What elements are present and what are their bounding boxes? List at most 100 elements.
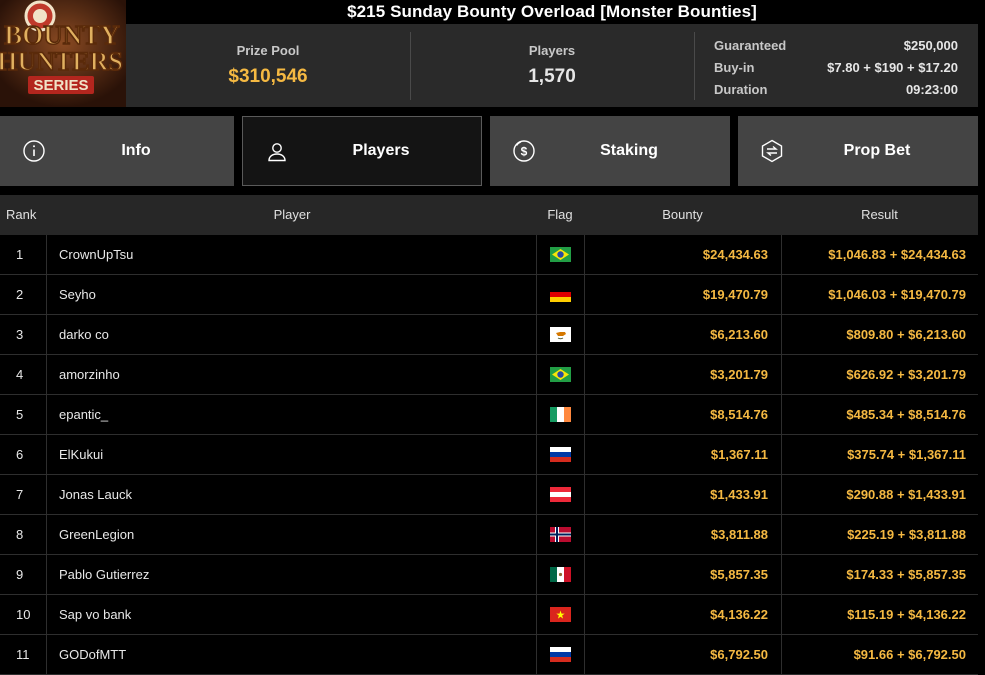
table-row[interactable]: 5 epantic_ $8,514.76 $485.34 + $8,514.76 <box>0 395 978 435</box>
detail-duration: Duration 09:23:00 <box>714 78 958 100</box>
flag-cell <box>536 355 584 394</box>
tab-info[interactable]: Info <box>0 116 234 186</box>
prize-pool-label: Prize Pool <box>236 43 300 58</box>
user-icon <box>268 143 286 162</box>
rank-cell: 2 <box>16 287 24 302</box>
player-name-cell[interactable]: epantic_ <box>46 395 536 434</box>
detail-label: Buy-in <box>714 59 755 75</box>
player-name-cell[interactable]: Jonas Lauck <box>46 475 536 514</box>
result-cell: $1,046.83 + $24,434.63 <box>781 235 978 274</box>
bounty-cell: $8,514.76 <box>584 395 781 434</box>
rank-cell: 3 <box>16 327 24 342</box>
detail-value: $7.80 + $190 + $17.20 <box>827 59 958 75</box>
player-name-cell[interactable]: ElKukui <box>46 435 536 474</box>
cyprus-flag-icon <box>550 327 571 342</box>
rank-cell: 9 <box>16 567 24 582</box>
bounty-cell: $5,857.35 <box>584 555 781 594</box>
table-row[interactable]: 6 ElKukui $1,367.11 $375.74 + $1,367.11 <box>0 435 978 475</box>
header-bounty[interactable]: Bounty <box>584 195 781 235</box>
rank-cell: 11 <box>16 647 30 662</box>
result-cell: $375.74 + $1,367.11 <box>781 435 978 474</box>
player-name-cell[interactable]: CrownUpTsu <box>46 235 536 274</box>
bounty-cell: $19,470.79 <box>584 275 781 314</box>
player-name-cell[interactable]: darko co <box>46 315 536 354</box>
vietnam-flag-icon <box>550 607 571 622</box>
tab-players[interactable]: Players <box>242 116 482 186</box>
flag-cell <box>536 315 584 354</box>
detail-value: 09:23:00 <box>905 81 958 97</box>
table-row[interactable]: 8 GreenLegion $3,811.88 $225.19 + $3,811.88 <box>0 515 978 555</box>
player-name-cell[interactable]: Pablo Gutierrez <box>46 555 536 594</box>
tab-prop-bet[interactable]: Prop Bet <box>738 116 978 186</box>
rank-cell: 8 <box>16 527 24 542</box>
svg-text:$: $ <box>521 145 528 159</box>
table-row[interactable]: 11 GODofMTT $6,792.50 $91.66 + $6,792.50 <box>0 635 978 675</box>
flag-cell <box>536 475 584 514</box>
russia-flag-icon <box>550 447 571 462</box>
bounty-cell: $3,201.79 <box>584 355 781 394</box>
table-row[interactable]: 10 Sap vo bank $4,136.22 $115.19 + $4,136.2… <box>0 595 978 635</box>
players-label: Players <box>528 43 576 58</box>
detail-label: Guaranteed <box>714 37 787 53</box>
header-result[interactable]: Result <box>781 195 978 235</box>
table-row[interactable]: 9 Pablo Gutierrez $5,857.35 $174.33 + $5,85… <box>0 555 978 595</box>
flag-cell <box>536 635 584 674</box>
player-name-cell[interactable]: GreenLegion <box>46 515 536 554</box>
brazil-flag-icon <box>550 367 571 382</box>
prize-pool-stat: Prize Pool $310,546 <box>126 24 410 107</box>
rank-cell: 7 <box>16 487 24 502</box>
result-cell: $485.34 + $8,514.76 <box>781 395 978 434</box>
detail-value: $250,000 <box>903 37 958 53</box>
bet-icon <box>761 139 783 163</box>
bounty-cell: $1,433.91 <box>584 475 781 514</box>
table-row[interactable]: 3 darko co $6,213.60 $809.80 + $6,213.60 <box>0 315 978 355</box>
bounty-cell: $6,213.60 <box>584 315 781 354</box>
result-cell: $290.88 + $1,433.91 <box>781 475 978 514</box>
table-row[interactable]: 7 Jonas Lauck $1,433.91 $290.88 + $1,433.91 <box>0 475 978 515</box>
result-cell: $174.33 + $5,857.35 <box>781 555 978 594</box>
player-name-cell[interactable]: Sap vo bank <box>46 595 536 634</box>
title-bar: $215 Sunday Bounty Overload [Monster Bou… <box>126 0 978 24</box>
flag-cell <box>536 435 584 474</box>
bounty-cell: $24,434.63 <box>584 235 781 274</box>
flag-cell <box>536 515 584 554</box>
rank-cell: 5 <box>16 407 24 422</box>
players-table-header: Rank Player Flag Bounty Result <box>0 195 978 235</box>
table-row[interactable]: 4 amorzinho $3,201.79 $626.92 + $3,201.79 <box>0 355 978 395</box>
players-stat: Players 1,570 <box>410 24 694 107</box>
player-name-cell[interactable]: Seyho <box>46 275 536 314</box>
detail-guaranteed: Guaranteed $250,000 <box>714 34 958 56</box>
table-row[interactable]: 1 CrownUpTsu $24,434.63 $1,046.83 + $24,434… <box>0 235 978 275</box>
rank-cell: 4 <box>16 367 24 382</box>
result-cell: $809.80 + $6,213.60 <box>781 315 978 354</box>
flag-cell <box>536 275 584 314</box>
mexico-flag-icon <box>550 567 571 582</box>
result-cell: $91.66 + $6,792.50 <box>781 635 978 674</box>
players-table-body: 1 CrownUpTsu $24,434.63 $1,046.83 + $24,434… <box>0 235 978 675</box>
header-player[interactable]: Player <box>48 195 536 235</box>
germany-flag-icon <box>550 287 571 302</box>
tournament-summary: Prize Pool $310,546 Players 1,570 Guaran… <box>126 24 978 107</box>
norway-flag-icon <box>550 527 571 542</box>
brazil-flag-icon <box>550 247 571 262</box>
table-row[interactable]: 2 Seyho $19,470.79 $1,046.03 + $19,470.79 <box>0 275 978 315</box>
bounty-cell: $1,367.11 <box>584 435 781 474</box>
tournament-details: Guaranteed $250,000 Buy-in $7.80 + $190 … <box>714 34 958 100</box>
series-logo: BOUNTY HUNTERS SERIES <box>0 0 126 107</box>
bounty-cell: $3,811.88 <box>584 515 781 554</box>
player-name-cell[interactable]: amorzinho <box>46 355 536 394</box>
divider <box>694 32 695 100</box>
detail-label: Duration <box>714 81 768 97</box>
player-name-cell[interactable]: GODofMTT <box>46 635 536 674</box>
ireland-flag-icon <box>550 407 571 422</box>
logo-line2: HUNTERS <box>0 47 123 76</box>
result-cell: $1,046.03 + $19,470.79 <box>781 275 978 314</box>
result-cell: $225.19 + $3,811.88 <box>781 515 978 554</box>
flag-cell <box>536 235 584 274</box>
header-flag[interactable]: Flag <box>536 195 584 235</box>
rank-cell: 10 <box>16 607 31 622</box>
header-rank[interactable]: Rank <box>6 195 36 235</box>
result-cell: $626.92 + $3,201.79 <box>781 355 978 394</box>
detail-buyin: Buy-in $7.80 + $190 + $17.20 <box>714 56 958 78</box>
tab-staking[interactable]: $ Staking <box>490 116 730 186</box>
